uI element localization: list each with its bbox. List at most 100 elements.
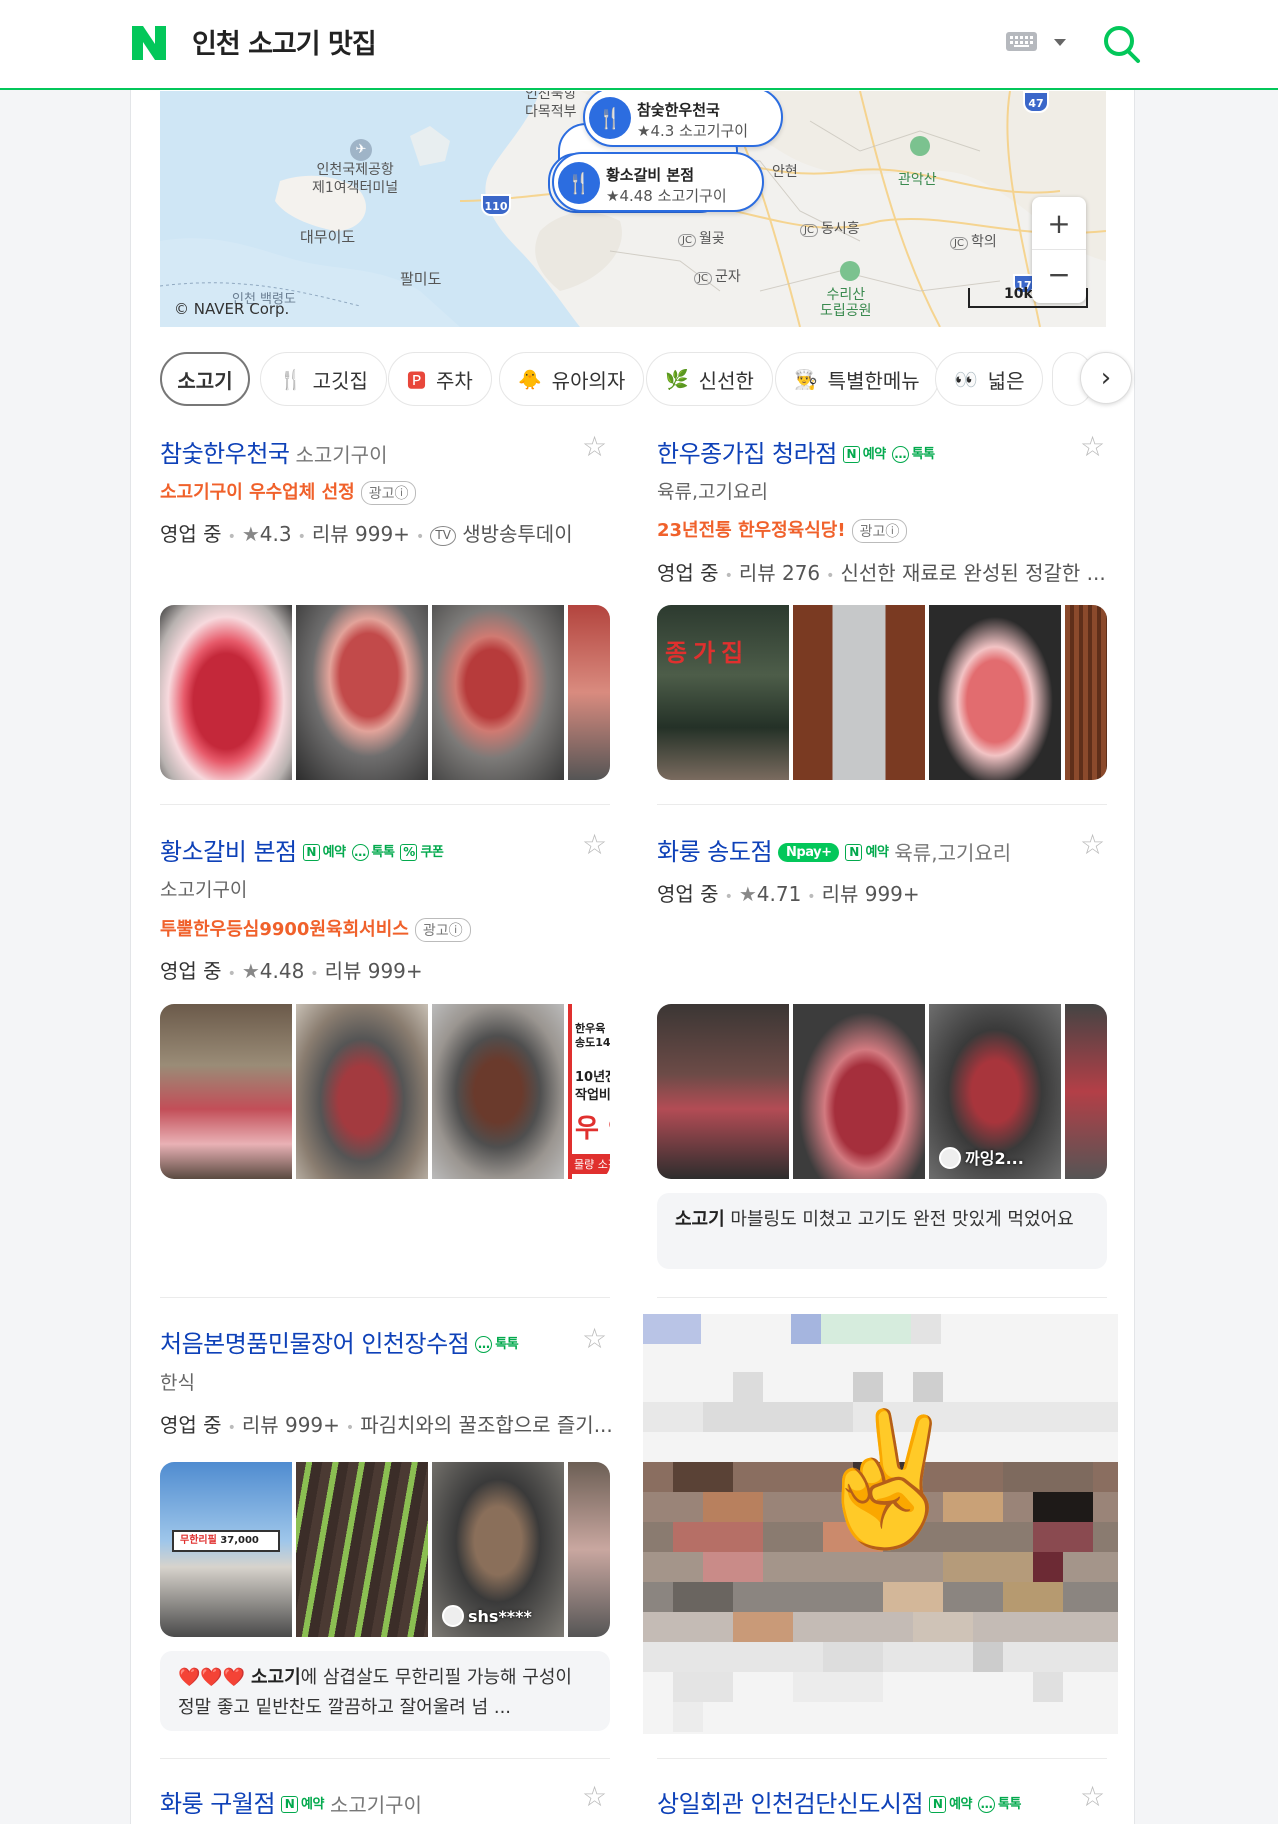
- npay-badge[interactable]: Npay+: [778, 843, 840, 862]
- jc-badge: JC: [678, 234, 696, 247]
- review-count[interactable]: 리뷰 276: [739, 561, 820, 585]
- bookmark-star-icon[interactable]: ☆: [582, 1322, 607, 1355]
- place-title[interactable]: 처음본명품민물장어 인천장수점: [160, 1330, 470, 1358]
- coupon-badge[interactable]: % 쿠폰: [400, 841, 444, 861]
- ad-text[interactable]: 투뿔한우등심9900원육회서비스 광고ⓘ: [160, 915, 471, 942]
- naver-logo[interactable]: [131, 25, 167, 61]
- bookmark-star-icon[interactable]: ☆: [582, 828, 607, 861]
- photo-side-dishes[interactable]: [568, 1462, 610, 1637]
- ad-tag[interactable]: 광고ⓘ: [360, 481, 417, 505]
- map[interactable]: 인천국제공항 제1여객터미널 ✈ 대무이도 팔미도 인천북항 다목적부 관악산 …: [160, 91, 1106, 327]
- photo-bbq-table[interactable]: shs****: [432, 1462, 564, 1637]
- review-count[interactable]: 리뷰 999+: [312, 522, 410, 546]
- review-snippet[interactable]: 소고기 마블링도 미쳤고 고기도 완전 맛있게 먹었어요: [657, 1193, 1107, 1269]
- tv-icon: TV: [430, 526, 457, 546]
- place-name[interactable]: 한우종가집 청라점 N 예약… 톡톡: [657, 434, 935, 469]
- place-name[interactable]: 처음본명품민물장어 인천장수점… 톡톡: [160, 1324, 519, 1359]
- reserve-badge[interactable]: N 예약: [302, 841, 346, 861]
- chip-spacious[interactable]: 👀 넓은: [935, 352, 1044, 406]
- chip-special-menu[interactable]: 👨‍🍳 특별한메뉴: [775, 352, 939, 406]
- bookmark-star-icon[interactable]: ☆: [582, 430, 607, 463]
- talk-badge[interactable]: … 톡톡: [978, 1793, 1021, 1813]
- reserve-badge[interactable]: N 예약: [929, 1793, 973, 1813]
- photo-grill-1[interactable]: [296, 605, 428, 780]
- banner-text-3: 10년전: [575, 1070, 610, 1085]
- tv-show: 생방송투데이: [462, 522, 573, 546]
- place-title[interactable]: 한우종가집 청라점: [657, 440, 837, 468]
- photo-entrance[interactable]: [793, 605, 925, 780]
- talk-badge[interactable]: … 톡톡: [351, 841, 395, 861]
- bookmark-star-icon[interactable]: ☆: [1080, 828, 1105, 861]
- place-name[interactable]: 상일회관 인천검단신도시점 N 예약… 톡톡: [657, 1784, 1021, 1819]
- pin-meta: ★4.48 소고기구이: [606, 185, 727, 206]
- map-label-daemuido: 대무이도: [300, 228, 356, 246]
- photo-strip[interactable]: 종가집: [657, 605, 1107, 780]
- chevron-right-icon[interactable]: ›: [1080, 352, 1132, 404]
- search-query-title[interactable]: 인천 소고기 맛집: [192, 22, 377, 61]
- photo-banner[interactable]: 한우육 송도14 10년전 작업비용 우 9 물량 소진: [568, 1004, 610, 1179]
- photo-sliced-beef[interactable]: [929, 605, 1061, 780]
- photo-wood-wall[interactable]: [1065, 605, 1107, 780]
- photo-table-spread[interactable]: [160, 1004, 292, 1179]
- keyboard-icon[interactable]: [1006, 32, 1037, 51]
- photo-beef-platter[interactable]: [160, 605, 292, 780]
- chip-baby-chair[interactable]: 🐥 유아의자: [499, 352, 645, 406]
- bookmark-star-icon[interactable]: ☆: [582, 1780, 607, 1813]
- photo-strip[interactable]: 무한리필 37,000 shs****: [160, 1462, 610, 1637]
- photo-grill-meat[interactable]: [296, 1004, 428, 1179]
- review-count[interactable]: 리뷰 999+: [242, 1413, 340, 1437]
- place-name[interactable]: 화룽 구월점 N 예약 소고기구이: [160, 1784, 422, 1819]
- review-snippet[interactable]: ❤️❤️❤️ 소고기에 삼겹살도 무한리필 가능해 구성이 정말 좋고 밑반찬도…: [160, 1651, 610, 1731]
- place-title[interactable]: 참숯한우천국: [160, 440, 290, 468]
- photo-grill-2[interactable]: [432, 605, 564, 780]
- photo-strip[interactable]: 까잉2...: [657, 1004, 1107, 1179]
- reserve-badge[interactable]: N 예약: [845, 841, 889, 861]
- chip-parking[interactable]: 🅿 주차: [388, 352, 492, 406]
- place-name[interactable]: 화룽 송도점 Npay+ N 예약 육류,고기요리: [657, 832, 1011, 867]
- photo-storefront[interactable]: 종가집: [657, 605, 789, 780]
- place-category: 소고기구이: [329, 1793, 422, 1817]
- photo-group-storefront[interactable]: 무한리필 37,000: [160, 1462, 292, 1637]
- talk-badge[interactable]: … 톡톡: [891, 443, 935, 463]
- place-title[interactable]: 화룽 구월점: [160, 1790, 276, 1818]
- ad-text[interactable]: 23년전통 한우정육식당! 광고ⓘ: [657, 516, 908, 543]
- zoom-in-button[interactable]: +: [1032, 197, 1086, 250]
- reserve-badge[interactable]: N 예약: [842, 443, 886, 463]
- photo-grill-ribs[interactable]: [432, 1004, 564, 1179]
- map-pin-card[interactable]: 🍴 황소갈비 본점 ★4.48 소고기구이: [552, 152, 764, 212]
- photo-set-menu[interactable]: [657, 1004, 789, 1179]
- blurred-photo[interactable]: ✌️: [643, 1314, 1118, 1734]
- chip-fresh[interactable]: 🌿 신선한: [646, 352, 773, 406]
- photo-grill-steak[interactable]: [793, 1004, 925, 1179]
- photo-grill-steak-3[interactable]: [1065, 1004, 1107, 1179]
- search-icon[interactable]: [1102, 24, 1142, 64]
- place-name[interactable]: 참숯한우천국 소고기구이: [160, 434, 387, 469]
- leaf-icon: 🌿: [665, 368, 689, 391]
- photo-grill-3[interactable]: [568, 605, 610, 780]
- place-title[interactable]: 상일회관 인천검단신도시점: [657, 1790, 924, 1818]
- photo-strip[interactable]: 한우육 송도14 10년전 작업비용 우 9 물량 소진: [160, 1004, 610, 1179]
- review-count[interactable]: 리뷰 999+: [822, 882, 920, 906]
- keyboard-dropdown-icon[interactable]: [1054, 39, 1066, 46]
- chip-beef[interactable]: 소고기: [160, 352, 250, 406]
- photo-grill-steak-2[interactable]: 까잉2...: [929, 1004, 1061, 1179]
- place-category: 육류,고기요리: [657, 481, 768, 503]
- talk-badge[interactable]: … 톡톡: [475, 1333, 519, 1353]
- photo-lettuce-farm[interactable]: [296, 1462, 428, 1637]
- photo-user-name: 까잉2...: [965, 1149, 1024, 1168]
- bookmark-star-icon[interactable]: ☆: [1080, 1780, 1105, 1813]
- map-pin-card[interactable]: 🍴 참숯한우천국 ★4.3 소고기구이: [583, 91, 783, 147]
- chip-meat-restaurant[interactable]: 🍴 고깃집: [260, 352, 387, 406]
- bookmark-star-icon[interactable]: ☆: [1080, 430, 1105, 463]
- reserve-badge[interactable]: N 예약: [281, 1793, 324, 1813]
- ad-tag[interactable]: 광고ⓘ: [414, 918, 471, 942]
- ad-tag[interactable]: 광고ⓘ: [851, 519, 908, 543]
- place-name[interactable]: 황소갈비 본점 N 예약… 톡톡% 쿠폰: [160, 832, 444, 867]
- jc-badge: JC: [800, 224, 818, 237]
- place-title[interactable]: 화룽 송도점: [657, 838, 773, 866]
- place-title[interactable]: 황소갈비 본점: [160, 838, 297, 866]
- ad-text[interactable]: 소고기구이 우수업체 선정 광고ⓘ: [160, 478, 417, 505]
- zoom-out-button[interactable]: −: [1032, 250, 1086, 303]
- photo-strip[interactable]: [160, 605, 610, 780]
- review-count[interactable]: 리뷰 999+: [325, 959, 423, 983]
